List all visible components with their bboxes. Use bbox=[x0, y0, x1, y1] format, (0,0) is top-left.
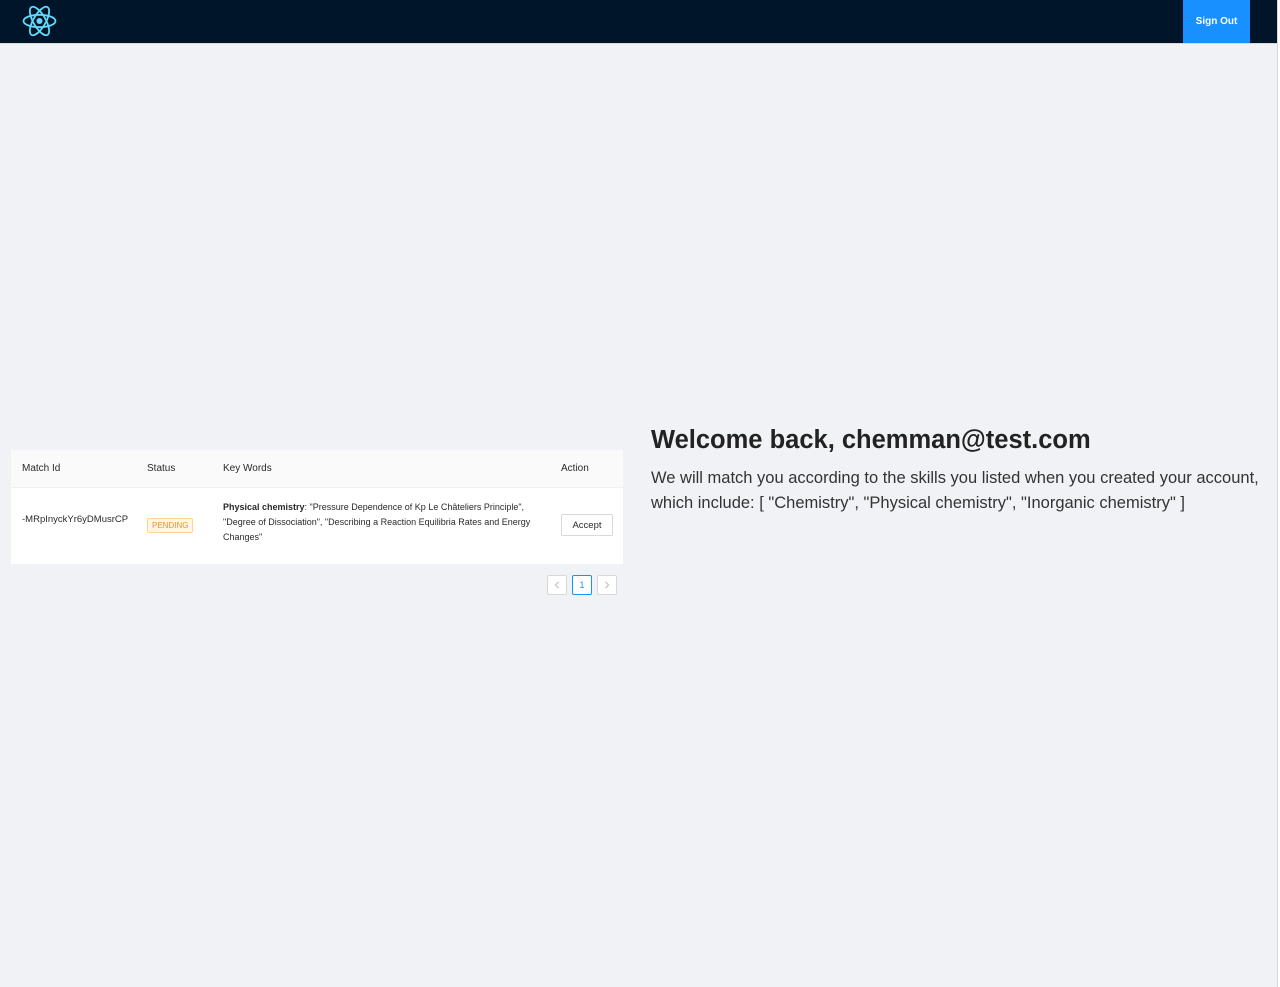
accept-button[interactable]: Accept bbox=[561, 514, 613, 536]
column-header-action: Action bbox=[561, 463, 589, 474]
keywords-cell: Physical chemistry: "Pressure Dependence… bbox=[223, 500, 533, 545]
welcome-panel: Welcome back, chemman@test.com We will m… bbox=[651, 423, 1266, 516]
keyword-subject: Physical chemistry bbox=[223, 502, 305, 512]
table-row: -MRpInyckYr6yDMusrCP PENDING Physical ch… bbox=[11, 488, 623, 564]
pagination: 1 bbox=[547, 575, 617, 595]
column-header-status: Status bbox=[147, 463, 176, 474]
column-header-match-id: Match Id bbox=[22, 463, 61, 474]
table-header: Match Id Status Key Words Action bbox=[11, 450, 623, 488]
page-number-button[interactable]: 1 bbox=[572, 575, 592, 595]
welcome-message: We will match you according to the skill… bbox=[651, 469, 1259, 512]
welcome-title: Welcome back, chemman@test.com bbox=[651, 426, 1091, 454]
react-atom-icon[interactable] bbox=[21, 3, 58, 39]
sign-out-button[interactable]: Sign Out bbox=[1183, 0, 1250, 43]
chevron-right-icon[interactable] bbox=[597, 575, 617, 595]
column-header-key-words: Key Words bbox=[223, 463, 272, 474]
matches-table: Match Id Status Key Words Action -MRpIny… bbox=[11, 450, 623, 564]
top-header: Sign Out bbox=[0, 0, 1278, 44]
status-badge: PENDING bbox=[147, 518, 194, 533]
match-id-cell: -MRpInyckYr6yDMusrCP bbox=[22, 514, 129, 525]
chevron-left-icon[interactable] bbox=[547, 575, 567, 595]
